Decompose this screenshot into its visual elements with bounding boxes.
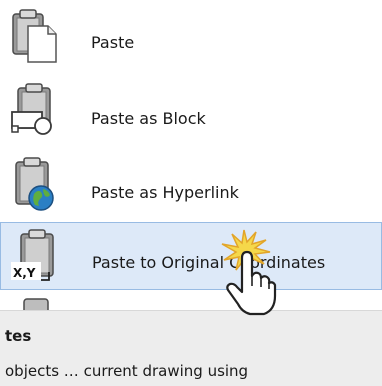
menu-item-paste-as-block[interactable]: Paste as Block <box>0 78 382 148</box>
context-menu: Paste Paste as Block Paste as Hyperlink <box>0 0 382 386</box>
tooltip-description: objects … current drawing using <box>5 362 249 380</box>
paste-as-block-icon <box>11 83 52 135</box>
menu-item-label: Paste as Hyperlink <box>91 183 239 202</box>
paste-as-hyperlink-icon <box>15 157 54 211</box>
tooltip-title: tes <box>5 327 32 345</box>
menu-item-paste-as-hyperlink[interactable]: Paste as Hyperlink <box>0 152 382 222</box>
paste-icon <box>12 9 57 63</box>
menu-item-label: Paste to Original Coordinates <box>92 253 326 272</box>
tooltip-panel: tes objects … current drawing using <box>0 310 382 386</box>
menu-item-paste-to-original-coordinates[interactable]: X,Y Paste to Original Coordinates <box>0 222 382 290</box>
menu-item-paste[interactable]: Paste <box>0 2 382 72</box>
coordinates-icon-text: X,Y <box>13 266 36 280</box>
menu-item-label: Paste <box>91 33 135 52</box>
menu-item-label: Paste as Block <box>91 109 206 128</box>
paste-to-original-coordinates-icon: X,Y <box>11 229 54 281</box>
